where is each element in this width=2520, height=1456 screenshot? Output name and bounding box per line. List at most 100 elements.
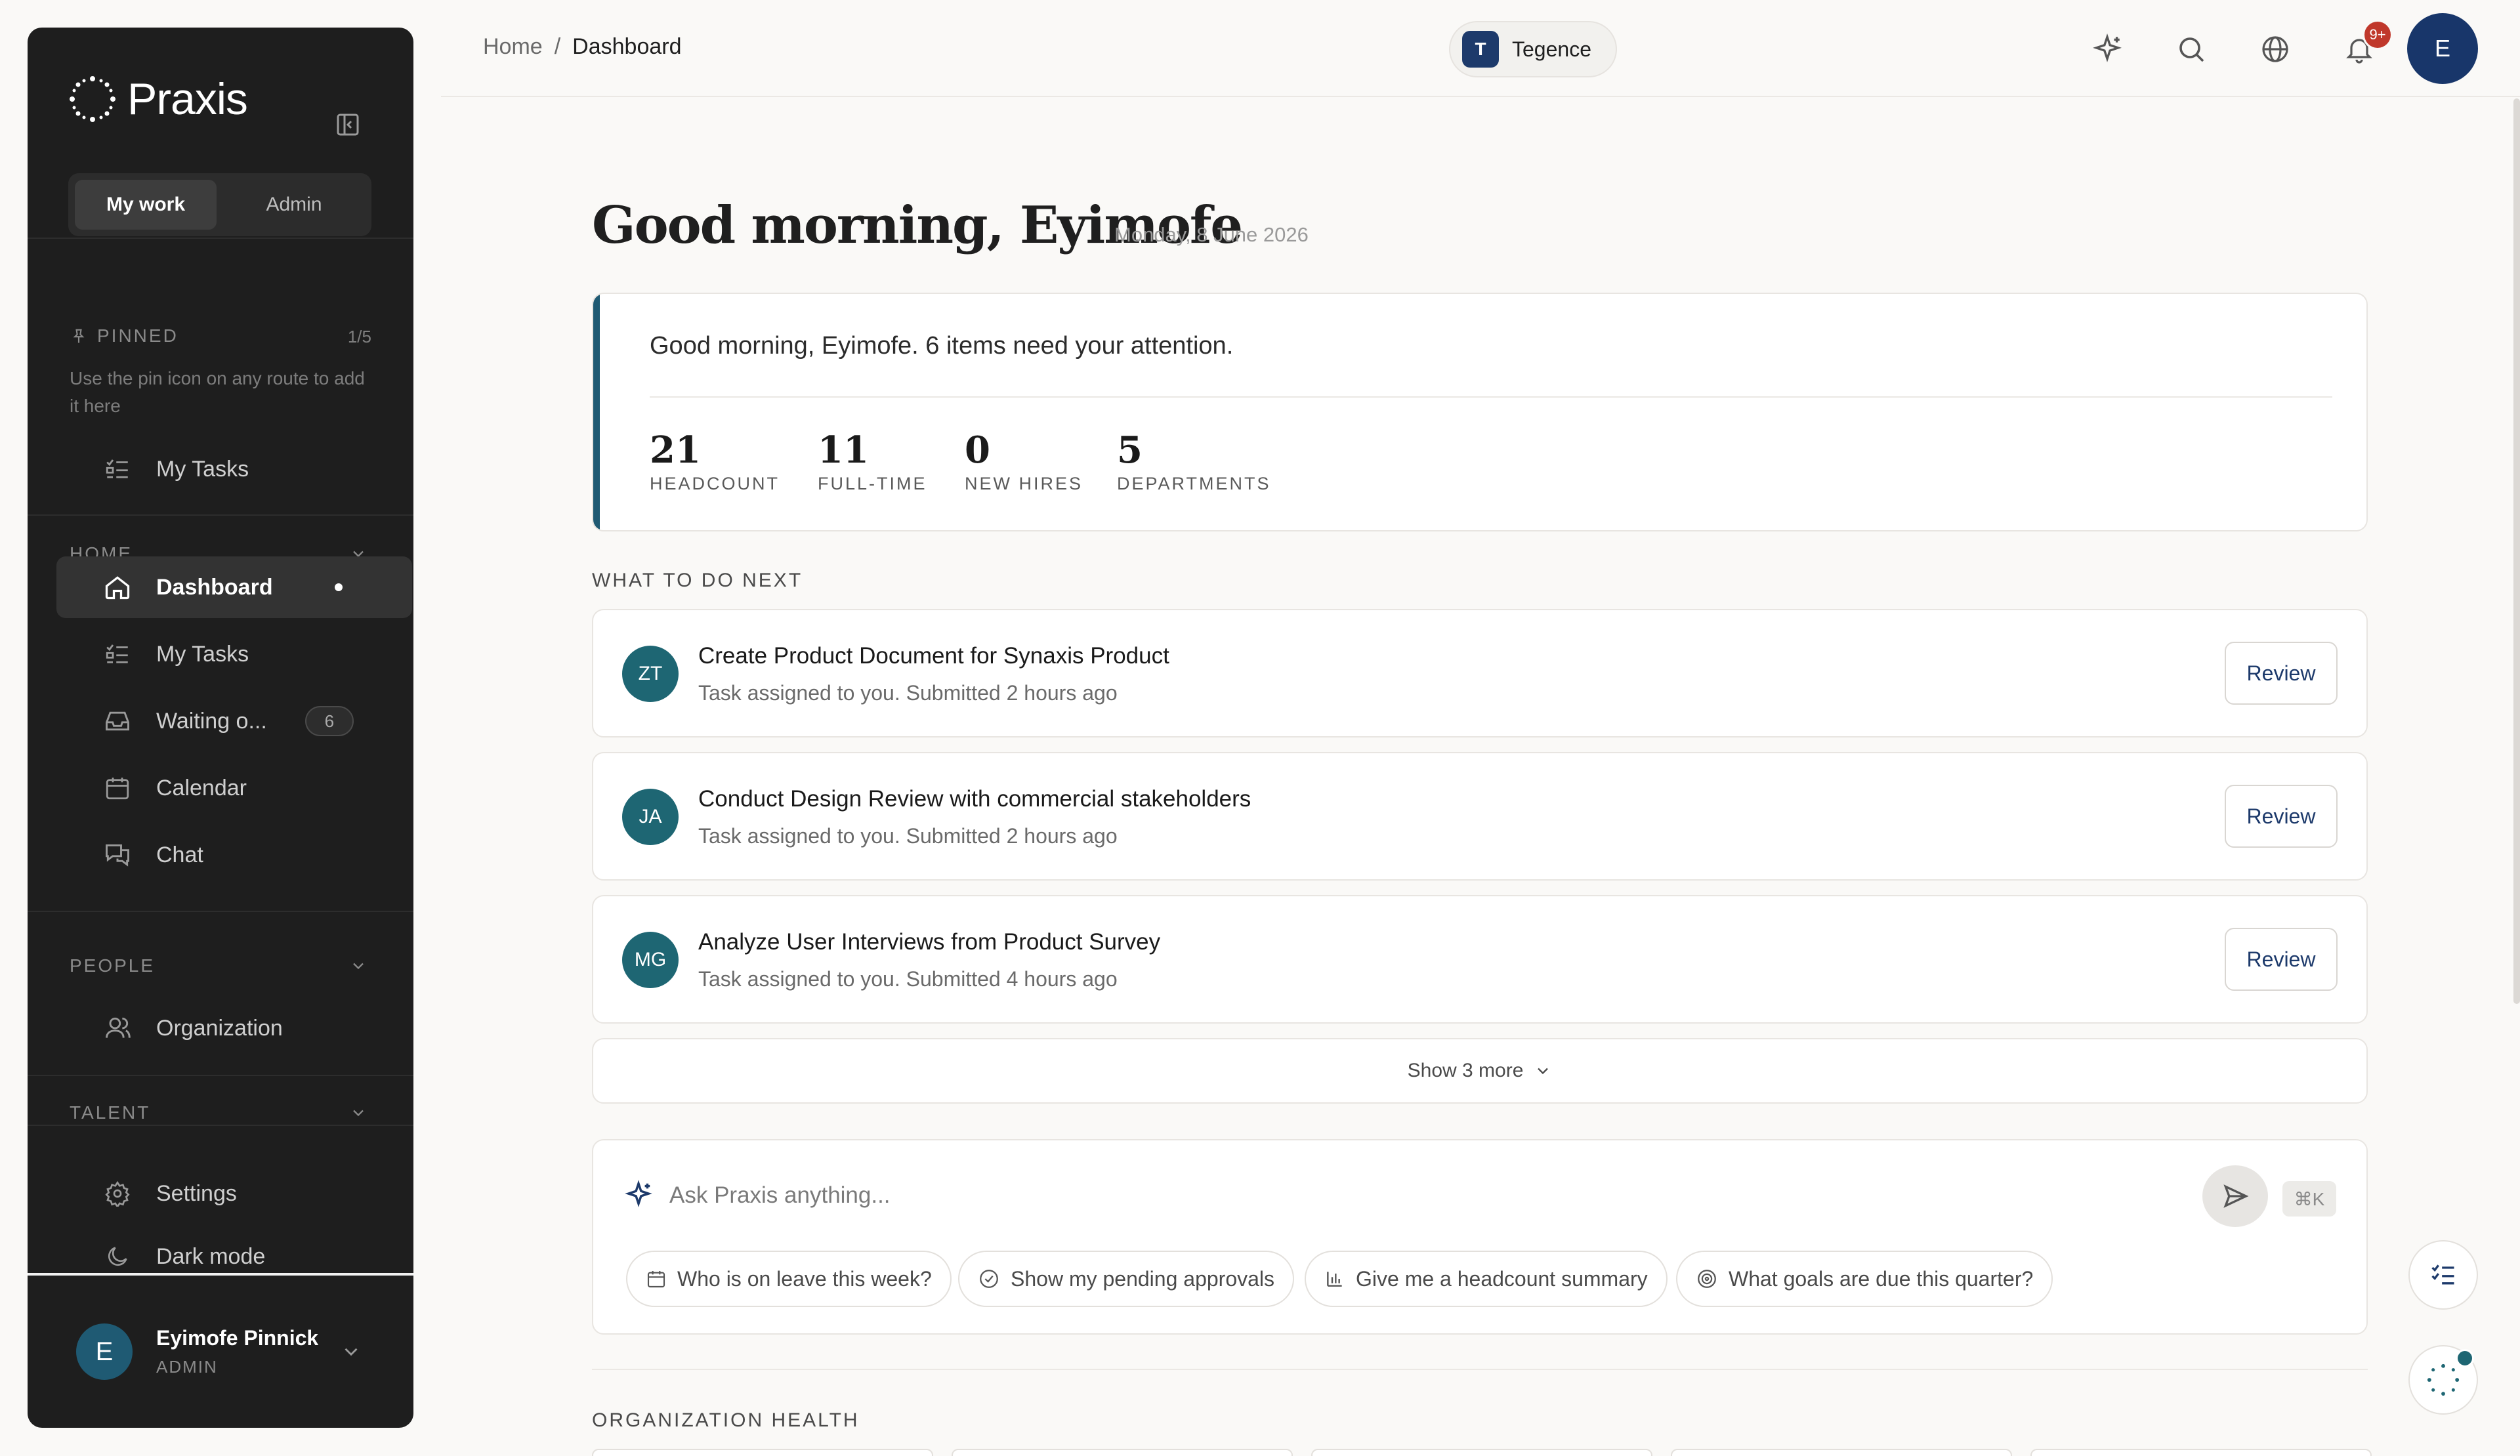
stat-headcount: 21 HEADCOUNT	[650, 430, 780, 494]
divider	[650, 396, 2332, 398]
list-check-icon	[102, 639, 133, 669]
sidebar-item-label: My Tasks	[156, 641, 249, 667]
breadcrumb-home[interactable]: Home	[483, 34, 543, 60]
moon-icon	[102, 1241, 133, 1272]
profile-role: ADMIN	[156, 1357, 218, 1377]
collapse-sidebar-icon[interactable]	[335, 112, 361, 138]
divider	[592, 1369, 2368, 1370]
sidebar-item-label: Calendar	[156, 775, 247, 801]
sidebar-item-pinned-my-tasks[interactable]: My Tasks	[56, 438, 412, 500]
suggestion-chip[interactable]: What goals are due this quarter?	[1676, 1251, 2053, 1307]
talent-section-label: TALENT	[70, 1102, 151, 1123]
list-check-icon	[2431, 1264, 2454, 1285]
suggestion-chip[interactable]: Show my pending approvals	[958, 1251, 1295, 1307]
assistant-fab[interactable]	[2408, 1345, 2478, 1415]
target-icon	[1698, 1270, 1716, 1288]
brand-name: Praxis	[127, 74, 248, 124]
org-switcher[interactable]: T Tegence	[1449, 21, 1617, 77]
ask-input[interactable]: Ask Praxis anything...	[669, 1182, 891, 1209]
task-card[interactable]: MG Analyze User Interviews from Product …	[592, 895, 2368, 1024]
shortcut-hint: ⌘K	[2282, 1181, 2336, 1217]
workspace-switch: My work Admin	[68, 173, 371, 236]
chevron-down-icon	[1538, 1068, 1549, 1075]
current-date: Monday, 8 June 2026	[1114, 223, 1309, 246]
health-card	[592, 1449, 933, 1456]
chevron-down-icon[interactable]	[340, 1341, 362, 1363]
chip-label: Show my pending approvals	[1011, 1266, 1275, 1291]
suggestion-chip[interactable]: Give me a headcount summary	[1305, 1251, 1668, 1307]
summary-card: Good morning, Eyimofe. 6 items need your…	[592, 293, 2368, 531]
users-icon	[102, 1013, 133, 1043]
ask-panel: Ask Praxis anything... ⌘K Who is on leav…	[592, 1139, 2368, 1335]
sparkle-icon	[623, 1180, 656, 1213]
avatar: E	[76, 1323, 133, 1380]
status-dot	[2456, 1349, 2474, 1367]
waiting-count-badge: 6	[304, 706, 354, 736]
bell-icon[interactable]: 9+	[2342, 20, 2393, 67]
chevron-down-icon[interactable]	[349, 957, 368, 975]
home-icon	[102, 572, 133, 602]
health-card	[1671, 1449, 2012, 1456]
review-button[interactable]: Review	[2225, 928, 2338, 991]
summary-message: Good morning, Eyimofe. 6 items need your…	[650, 332, 1234, 360]
globe-icon[interactable]	[2258, 31, 2293, 67]
review-button[interactable]: Review	[2225, 642, 2338, 705]
user-profile[interactable]: E Eyimofe Pinnick ADMIN	[28, 1273, 413, 1428]
chip-label: Give me a headcount summary	[1356, 1266, 1648, 1291]
pinned-hint: Use the pin icon on any route to add it …	[70, 368, 365, 416]
avatar[interactable]: E	[2407, 13, 2478, 84]
scrollbar-thumb[interactable]	[2513, 98, 2520, 1004]
task-card[interactable]: JA Conduct Design Review with commercial…	[592, 752, 2368, 881]
sidebar-item-label: Dark mode	[156, 1243, 266, 1269]
stat-value: 0	[965, 428, 990, 472]
tab-my-work[interactable]: My work	[75, 180, 217, 230]
chat-icon	[102, 840, 133, 870]
sidebar-item-calendar[interactable]: Calendar	[56, 757, 412, 819]
list-check-icon	[102, 454, 133, 484]
sidebar: Praxis My work Admin PINNED 1/5 Use the …	[28, 28, 413, 1428]
divider	[28, 1125, 413, 1126]
avatar: MG	[622, 932, 679, 988]
search-icon[interactable]	[2174, 31, 2209, 67]
chip-label: What goals are due this quarter?	[1729, 1266, 2034, 1291]
tasks-fab[interactable]	[2408, 1240, 2478, 1310]
task-card[interactable]: ZT Create Product Document for Synaxis P…	[592, 609, 2368, 738]
sidebar-item-settings[interactable]: Settings	[56, 1163, 412, 1224]
breadcrumb: Home / Dashboard	[483, 34, 682, 60]
praxis-logo-icon	[2427, 1363, 2460, 1396]
org-avatar: T	[1462, 31, 1499, 68]
pinned-count: 1/5	[347, 327, 371, 346]
divider	[28, 238, 413, 239]
health-card	[2030, 1449, 2372, 1456]
send-button[interactable]	[2202, 1165, 2268, 1227]
stat-departments: 5 DEPARTMENTS	[1117, 430, 1271, 494]
divider	[28, 514, 413, 516]
stat-label: HEADCOUNT	[650, 474, 780, 493]
suggestion-chip[interactable]: Who is on leave this week?	[626, 1251, 952, 1307]
breadcrumb-separator: /	[554, 34, 561, 59]
stat-value: 21	[650, 428, 701, 472]
sidebar-item-label: Chat	[156, 842, 203, 867]
tab-admin[interactable]: Admin	[223, 180, 365, 230]
avatar: JA	[622, 789, 679, 845]
send-icon	[2223, 1184, 2249, 1208]
review-button[interactable]: Review	[2225, 785, 2338, 848]
chevron-down-icon[interactable]	[349, 1104, 368, 1122]
accent-bar	[593, 294, 600, 530]
health-card	[952, 1449, 1293, 1456]
brand-logo[interactable]: Praxis	[68, 73, 248, 125]
sidebar-item-label: Dashboard	[156, 574, 273, 600]
sidebar-item-organization[interactable]: Organization	[56, 997, 412, 1059]
sidebar-item-chat[interactable]: Chat	[56, 824, 412, 886]
section-title-next: WHAT TO DO NEXT	[592, 570, 803, 591]
stat-label: NEW HIRES	[965, 474, 1083, 493]
task-title: Create Product Document for Synaxis Prod…	[698, 643, 1169, 669]
show-more-button[interactable]: Show 3 more	[592, 1038, 2368, 1104]
sparkle-icon[interactable]	[2090, 31, 2125, 67]
scrollbar[interactable]	[2513, 98, 2520, 1456]
sidebar-item-waiting[interactable]: Waiting o... 6	[56, 690, 412, 752]
sidebar-item-dashboard[interactable]: Dashboard	[56, 556, 412, 618]
people-section-label: PEOPLE	[70, 955, 156, 976]
profile-name: Eyimofe Pinnick	[156, 1326, 319, 1350]
sidebar-item-my-tasks[interactable]: My Tasks	[56, 623, 412, 685]
